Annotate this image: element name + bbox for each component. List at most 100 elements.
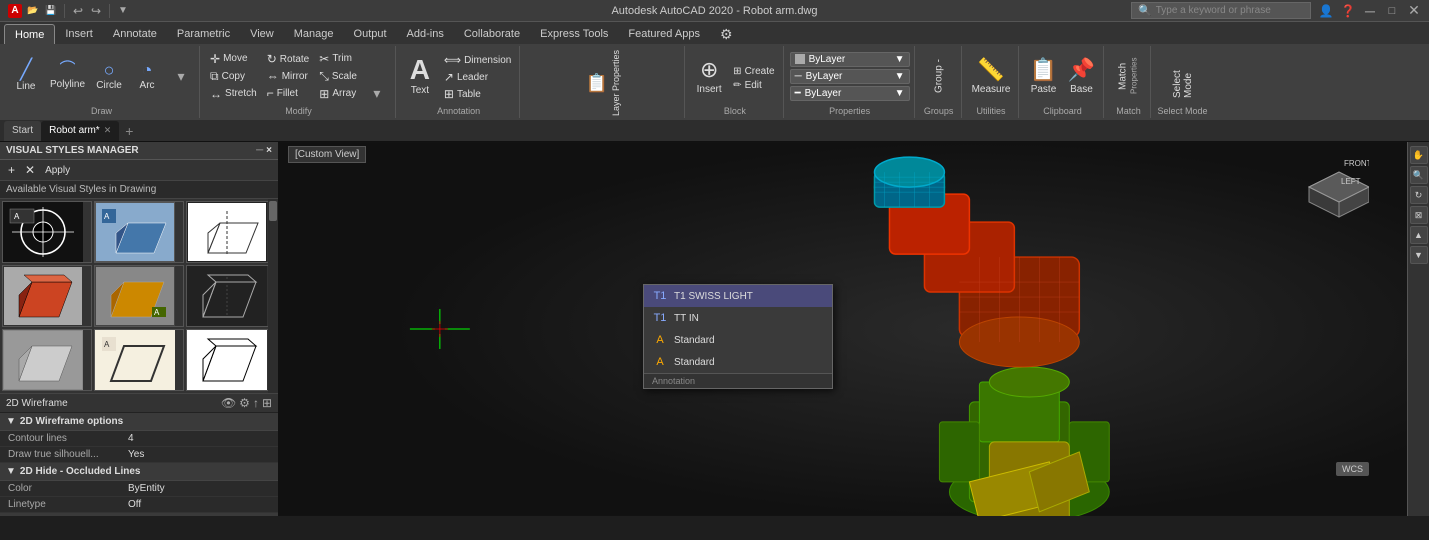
- text-icon: A: [410, 56, 430, 84]
- tab-start[interactable]: Start: [4, 121, 41, 141]
- select-mode-button[interactable]: Select Mode: [1165, 50, 1201, 102]
- vsm-minus-button[interactable]: ─: [256, 145, 263, 156]
- array-button[interactable]: ⊞ Array: [315, 86, 361, 102]
- vsm-new-button[interactable]: +: [4, 162, 19, 178]
- bylayer-lineweight-dropdown[interactable]: ━ ByLayer ▼: [790, 86, 910, 101]
- fillet-button[interactable]: ⌐ Fillet: [263, 85, 314, 101]
- modify-expand-button[interactable]: ▾: [363, 83, 391, 104]
- line-button[interactable]: ╱ Line: [8, 50, 44, 102]
- vsm-export-icon[interactable]: ↑: [253, 396, 259, 410]
- draw-expand-button[interactable]: ▾: [167, 66, 195, 87]
- insert-button[interactable]: ⊕ Insert: [691, 50, 727, 102]
- maximize-button[interactable]: □: [1385, 4, 1399, 18]
- tab-express[interactable]: Express Tools: [530, 24, 618, 44]
- vsm-item-shades-grey[interactable]: [2, 329, 92, 391]
- viewport-cube[interactable]: LEFT FRONT: [1289, 152, 1369, 222]
- close-button[interactable]: ✕: [1407, 4, 1421, 18]
- vsm-item-sketchy[interactable]: A: [94, 329, 184, 391]
- vsm-item-realistic[interactable]: [2, 265, 92, 327]
- vsm-item-wireframe[interactable]: [186, 329, 276, 391]
- minimize-button[interactable]: ─: [1363, 4, 1377, 18]
- nav-down-button[interactable]: ▼: [1410, 246, 1428, 264]
- measure-icon: 📏: [977, 57, 1004, 83]
- paste-button[interactable]: 📋 Paste: [1025, 50, 1061, 102]
- vsm-settings-icon[interactable]: ⚙: [239, 396, 250, 410]
- undo-icon[interactable]: ↩: [71, 4, 85, 18]
- font-item-swiss-light[interactable]: T1 T1 SWISS LIGHT: [644, 285, 832, 307]
- help-icon[interactable]: ❓: [1341, 4, 1355, 18]
- text-button[interactable]: A Text: [402, 50, 438, 102]
- tab-custom[interactable]: ⚙: [710, 24, 743, 44]
- bylayer-color-dropdown[interactable]: ByLayer ▼: [790, 52, 910, 67]
- tab-view[interactable]: View: [240, 24, 284, 44]
- redo-icon[interactable]: ↪: [89, 4, 103, 18]
- save-icon[interactable]: 💾: [44, 4, 58, 18]
- properties-group-label: Properties: [790, 104, 910, 116]
- nav-pan-button[interactable]: ✋: [1410, 146, 1428, 164]
- vsm-item-2d-wireframe[interactable]: A: [2, 201, 92, 263]
- occluded-lines-header[interactable]: ▼ 2D Hide - Occluded Lines: [0, 463, 278, 481]
- tab-collaborate[interactable]: Collaborate: [454, 24, 530, 44]
- group-button[interactable]: Group -: [921, 50, 957, 102]
- polyline-button[interactable]: ⌒ Polyline: [46, 50, 89, 102]
- scale-button[interactable]: ⤡ Scale: [315, 68, 361, 85]
- nav-extent-button[interactable]: ⊠: [1410, 206, 1428, 224]
- stretch-button[interactable]: ↔ Stretch: [206, 86, 261, 102]
- leader-button[interactable]: ↗ Leader: [440, 69, 515, 85]
- font-item-standard-1[interactable]: A Standard: [644, 329, 832, 351]
- tab-addins[interactable]: Add-ins: [397, 24, 454, 44]
- vsm-item-hidden[interactable]: [186, 201, 276, 263]
- nav-orbit-button[interactable]: ↻: [1410, 186, 1428, 204]
- nav-zoom-button[interactable]: 🔍: [1410, 166, 1428, 184]
- layer-properties-button[interactable]: 📋 Layer Properties: [526, 48, 680, 118]
- match-properties-button[interactable]: Match Properties: [1110, 50, 1146, 102]
- user-icon[interactable]: 👤: [1319, 4, 1333, 18]
- mirror-button[interactable]: ⇔ Mirror: [263, 68, 314, 84]
- tab-robot-arm[interactable]: Robot arm* ✕: [41, 121, 119, 141]
- dimension-button[interactable]: ⟺ Dimension: [440, 52, 515, 68]
- tab-close-button[interactable]: ✕: [104, 125, 112, 136]
- copy-button[interactable]: ⧉ Copy: [206, 68, 261, 85]
- search-bar[interactable]: 🔍 Type a keyword or phrase: [1131, 2, 1311, 19]
- base-button[interactable]: 📌 Base: [1063, 50, 1099, 102]
- bylayer-linetype-dropdown[interactable]: ─ ByLayer ▼: [790, 69, 910, 84]
- tab-annotate[interactable]: Annotate: [103, 24, 167, 44]
- tab-featured[interactable]: Featured Apps: [618, 24, 710, 44]
- vsm-fit-icon[interactable]: ⊞: [262, 396, 272, 410]
- annotation-sub-col: ⟺ Dimension ↗ Leader ⊞ Table: [440, 48, 515, 102]
- tab-parametric[interactable]: Parametric: [167, 24, 240, 44]
- vsm-item-conceptual[interactable]: A: [94, 201, 184, 263]
- vsm-scrollbar[interactable]: [268, 199, 278, 393]
- nav-up-button[interactable]: ▲: [1410, 226, 1428, 244]
- edit-block-button[interactable]: ✏ Edit: [729, 79, 778, 92]
- color-value: ByEntity: [128, 483, 270, 494]
- vsm-eye-icon[interactable]: 👁: [221, 396, 236, 410]
- tab-output[interactable]: Output: [344, 24, 397, 44]
- measure-button[interactable]: 📏 Measure: [968, 50, 1015, 102]
- rotate-button[interactable]: ↻ Rotate: [263, 51, 314, 67]
- vsm-apply-button[interactable]: Apply: [41, 164, 74, 177]
- table-button[interactable]: ⊞ Table: [440, 86, 515, 102]
- font-item-tt-in[interactable]: T1 TT IN: [644, 307, 832, 329]
- tab-insert[interactable]: Insert: [55, 24, 103, 44]
- circle-button[interactable]: ○ Circle: [91, 50, 127, 102]
- view-label[interactable]: [Custom View]: [288, 146, 366, 163]
- move-button[interactable]: ✛ Move: [206, 51, 261, 67]
- tab-add-button[interactable]: +: [119, 121, 139, 141]
- extra-icon[interactable]: ▼: [116, 4, 130, 18]
- open-icon[interactable]: 📂: [26, 4, 40, 18]
- vsm-item-edges-only[interactable]: [186, 265, 276, 327]
- tab-home[interactable]: Home: [4, 24, 55, 44]
- arc-button[interactable]: ◔ Arc: [129, 50, 165, 102]
- tab-manage[interactable]: Manage: [284, 24, 344, 44]
- vsm-item-shaded[interactable]: A: [94, 265, 184, 327]
- wireframe-options-header[interactable]: ▼ 2D Wireframe options: [0, 413, 278, 431]
- font-item-standard-2[interactable]: A Standard: [644, 351, 832, 373]
- autocad-icon[interactable]: A: [8, 4, 22, 18]
- intersection-edges-header[interactable]: ▼ 2D Hide - Intersection Edges: [0, 513, 278, 516]
- table-icon: ⊞: [444, 87, 454, 101]
- vsm-close-button[interactable]: ×: [266, 145, 272, 156]
- vsm-delete-button[interactable]: ✕: [21, 162, 39, 178]
- trim-button[interactable]: ✂ Trim: [315, 51, 361, 67]
- create-block-button[interactable]: ⊞ Create: [729, 65, 778, 78]
